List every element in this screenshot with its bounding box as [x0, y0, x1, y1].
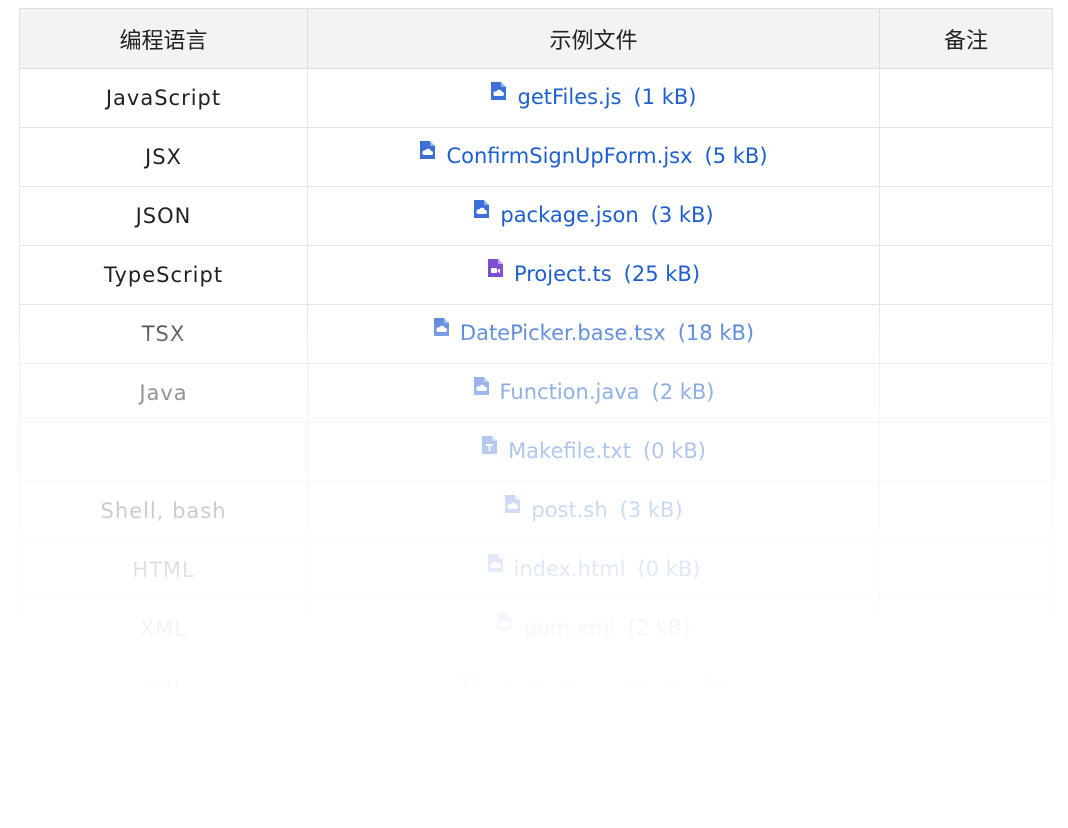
- header-example-file: 示例文件: [307, 8, 880, 69]
- file-cell: pom.xml (2 kB): [307, 599, 880, 659]
- file-link[interactable]: post.sh (3 kB): [504, 494, 683, 522]
- file-size: (0 kB): [637, 556, 701, 581]
- file-link[interactable]: pom.xml (2 kB): [496, 612, 691, 640]
- table-row: Makefile.txt (0 kB): [19, 422, 1053, 482]
- file-link[interactable]: ConfirmSignUpForm.jsx (5 kB): [419, 140, 768, 168]
- file-size: (1 kB): [662, 674, 726, 699]
- notes-cell: [879, 599, 1053, 659]
- file-link[interactable]: package.json (3 kB): [473, 199, 714, 227]
- file-table: 编程语言 示例文件 备注 JavaScript getFiles.js (1 kB)…: [19, 8, 1053, 718]
- table-row: Shell, bash post.sh (3 kB): [19, 481, 1053, 541]
- document-icon: [419, 140, 436, 160]
- table-row: JSON package.json (3 kB): [19, 186, 1053, 246]
- notes-cell: [879, 245, 1053, 305]
- file-link[interactable]: Project.ts (25 kB): [487, 258, 701, 286]
- table-row: HTML index.html (0 kB): [19, 540, 1053, 600]
- file-link[interactable]: Function.java (2 kB): [473, 376, 715, 404]
- table-row: TypeScript Project.ts (25 kB): [19, 245, 1053, 305]
- header-notes: 备注: [879, 8, 1053, 69]
- language-cell: TypeScript: [19, 245, 308, 305]
- language-cell: Java: [19, 363, 308, 423]
- language-cell: [19, 422, 308, 482]
- file-link[interactable]: DatePicker.base.tsx (18 kB): [433, 317, 755, 345]
- header-row: 编程语言 示例文件 备注: [19, 8, 1053, 69]
- table-row: JSX ConfirmSignUpForm.jsx (5 kB): [19, 127, 1053, 187]
- file-size: (0 kB): [642, 438, 706, 463]
- language-cell: TSX: [19, 304, 308, 364]
- file-name[interactable]: Makefile.txt: [508, 439, 631, 463]
- document-icon: [473, 376, 490, 396]
- document-icon: [496, 612, 513, 632]
- language-cell: Shell, bash: [19, 481, 308, 541]
- page: 编程语言 示例文件 备注 JavaScript getFiles.js (1 kB)…: [0, 0, 1068, 828]
- notes-cell: [879, 658, 1053, 718]
- notes-cell: [879, 186, 1053, 246]
- language-cell: XML: [19, 599, 308, 659]
- language-cell: JavaScript: [19, 68, 308, 128]
- file-name[interactable]: ConfirmSignUpForm.jsx: [446, 144, 692, 168]
- file-name[interactable]: index.html: [514, 557, 626, 581]
- notes-cell: [879, 481, 1053, 541]
- table-row: JavaScript getFiles.js (1 kB): [19, 68, 1053, 128]
- table-row: TSX DatePicker.base.tsx (18 kB): [19, 304, 1053, 364]
- language-cell: HTML: [19, 540, 308, 600]
- file-cell: application.yml (1 kB): [307, 658, 880, 718]
- video-file-icon: [487, 258, 504, 278]
- document-icon: [462, 671, 479, 691]
- language-cell: JSX: [19, 127, 308, 187]
- file-size: (3 kB): [650, 202, 714, 227]
- notes-cell: [879, 127, 1053, 187]
- file-size: (25 kB): [623, 261, 701, 286]
- notes-cell: [879, 422, 1053, 482]
- header-language: 编程语言: [19, 8, 308, 69]
- table-row: XML pom.xml (2 kB): [19, 599, 1053, 659]
- text-file-icon: [481, 435, 498, 455]
- table-row: Java Function.java (2 kB): [19, 363, 1053, 423]
- file-size: (5 kB): [704, 143, 768, 168]
- file-cell: package.json (3 kB): [307, 186, 880, 246]
- document-icon: [490, 81, 507, 101]
- table-row: YML application.yml (1 kB): [19, 658, 1053, 718]
- file-link[interactable]: index.html (0 kB): [487, 553, 701, 581]
- file-cell: getFiles.js (1 kB): [307, 68, 880, 128]
- document-icon: [433, 317, 450, 337]
- file-name[interactable]: post.sh: [531, 498, 607, 522]
- file-name[interactable]: pom.xml: [523, 616, 615, 640]
- file-cell: ConfirmSignUpForm.jsx (5 kB): [307, 127, 880, 187]
- file-link[interactable]: application.yml (1 kB): [462, 671, 726, 699]
- table-body: JavaScript getFiles.js (1 kB) JSX ConfirmSig…: [19, 68, 1053, 718]
- notes-cell: [879, 68, 1053, 128]
- document-icon: [487, 553, 504, 573]
- file-cell: post.sh (3 kB): [307, 481, 880, 541]
- table-header: 编程语言 示例文件 备注: [19, 8, 1053, 69]
- file-name[interactable]: DatePicker.base.tsx: [460, 321, 666, 345]
- notes-cell: [879, 363, 1053, 423]
- document-icon: [504, 494, 521, 514]
- file-cell: Project.ts (25 kB): [307, 245, 880, 305]
- file-cell: DatePicker.base.tsx (18 kB): [307, 304, 880, 364]
- file-size: (18 kB): [677, 320, 755, 345]
- file-size: (1 kB): [633, 84, 697, 109]
- file-cell: index.html (0 kB): [307, 540, 880, 600]
- file-size: (2 kB): [651, 379, 715, 404]
- file-cell: Function.java (2 kB): [307, 363, 880, 423]
- language-cell: YML: [19, 658, 308, 718]
- file-name[interactable]: Project.ts: [514, 262, 612, 286]
- notes-cell: [879, 304, 1053, 364]
- file-size: (2 kB): [627, 615, 691, 640]
- file-size: (3 kB): [619, 497, 683, 522]
- file-name[interactable]: Function.java: [500, 380, 640, 404]
- language-cell: JSON: [19, 186, 308, 246]
- file-cell: Makefile.txt (0 kB): [307, 422, 880, 482]
- file-name[interactable]: application.yml: [489, 675, 650, 699]
- file-link[interactable]: Makefile.txt (0 kB): [481, 435, 706, 463]
- notes-cell: [879, 540, 1053, 600]
- document-icon: [473, 199, 490, 219]
- file-link[interactable]: getFiles.js (1 kB): [490, 81, 697, 109]
- file-name[interactable]: package.json: [500, 203, 638, 227]
- file-name[interactable]: getFiles.js: [517, 85, 621, 109]
